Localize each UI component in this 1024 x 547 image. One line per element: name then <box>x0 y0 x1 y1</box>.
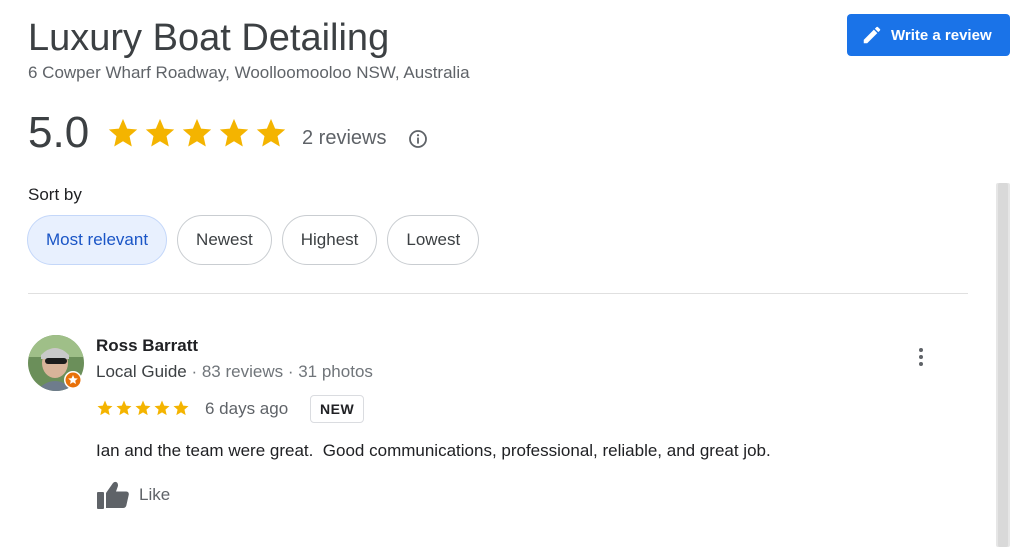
business-address: 6 Cowper Wharf Roadway, Woolloomooloo NS… <box>28 63 470 82</box>
sort-label: Sort by <box>28 185 82 204</box>
reviewer-photo-count: 31 photos <box>298 362 373 381</box>
meta-separator: · <box>283 362 299 381</box>
more-options-icon[interactable] <box>911 346 931 370</box>
write-review-button[interactable]: Write a review <box>847 14 1010 56</box>
rating-value: 5.0 <box>28 108 90 157</box>
scrollbar[interactable] <box>996 183 1010 547</box>
reviewer-name[interactable]: Ross Barratt <box>96 336 198 356</box>
like-button[interactable]: Like <box>96 480 170 510</box>
review-date: 6 days ago <box>205 399 289 418</box>
write-review-label: Write a review <box>891 26 992 44</box>
pencil-icon <box>863 26 881 44</box>
sort-chip-highest[interactable]: Highest <box>281 215 378 265</box>
star-icon <box>108 118 138 147</box>
reviewer-meta: Local Guide · 83 reviews · 31 photos <box>96 361 373 383</box>
star-icon <box>135 400 151 416</box>
reviews-page: Luxury Boat Detailing 6 Cowper Wharf Roa… <box>0 0 1024 547</box>
star-icon <box>154 400 170 416</box>
sort-chips: Most relevant Newest Highest Lowest <box>27 215 489 265</box>
thumbs-up-icon <box>97 481 129 509</box>
business-name: Luxury Boat Detailing <box>28 17 390 59</box>
star-icon <box>116 400 132 416</box>
meta-separator: · <box>186 362 202 381</box>
local-guide-label: Local Guide <box>96 362 187 381</box>
sort-chip-newest[interactable]: Newest <box>177 215 272 265</box>
sort-chip-most-relevant[interactable]: Most relevant <box>27 215 168 265</box>
star-icon <box>182 118 212 147</box>
review-count: 2 reviews <box>302 127 387 149</box>
avatar[interactable] <box>28 335 84 391</box>
info-icon[interactable] <box>408 129 428 149</box>
star-icon <box>173 400 189 416</box>
new-badge: NEW <box>310 395 365 423</box>
sort-chip-lowest[interactable]: Lowest <box>387 215 480 265</box>
like-label: Like <box>139 485 171 504</box>
rating-stars <box>106 116 291 150</box>
reviewer-review-count: 83 reviews <box>201 362 284 381</box>
review-text: Ian and the team were great. Good commun… <box>96 441 771 460</box>
star-icon <box>256 118 286 147</box>
divider <box>28 293 968 294</box>
star-icon <box>145 118 175 147</box>
star-icon <box>97 400 113 416</box>
star-icon <box>219 118 249 147</box>
review-stars <box>96 399 191 417</box>
scrollbar-thumb[interactable] <box>998 183 1008 547</box>
